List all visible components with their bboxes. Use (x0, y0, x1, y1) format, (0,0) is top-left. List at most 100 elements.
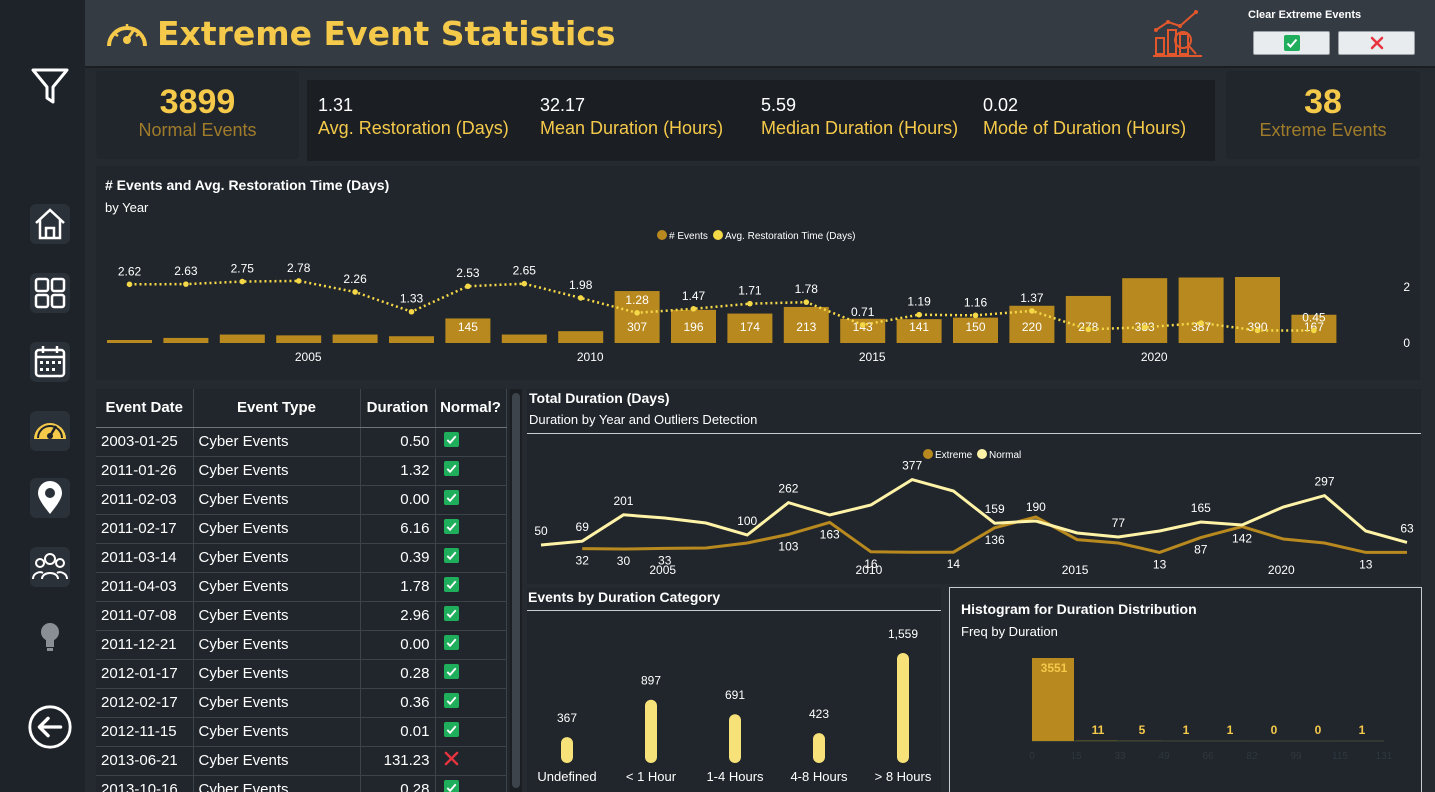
point-restoration (972, 312, 979, 319)
point-label-normal: 201 (613, 494, 633, 508)
table-row[interactable]: 2013-06-21 Cyber Events 131.23 (96, 746, 507, 776)
line-label: 1.47 (682, 289, 706, 303)
cell-date: 2013-06-21 (96, 746, 194, 776)
x-tick-label: 2020 (1268, 563, 1295, 577)
table-row[interactable]: 2012-11-15 Cyber Events 0.01 (96, 717, 507, 747)
histogram-canvas: 355111 5 1 1 0 0 10 15 33 49 66 82 99 115 131 (1029, 658, 1393, 762)
table-row[interactable]: 2013-10-16 Cyber Events 0.28 (96, 775, 507, 792)
cell-normal (435, 514, 507, 544)
back-arrow-icon[interactable] (26, 703, 74, 751)
point-restoration (126, 281, 133, 288)
legend-label: Extreme (935, 450, 973, 461)
table-header-row: Event Date Event Type Duration Normal? (96, 389, 507, 428)
cell-date: 2011-02-03 (96, 485, 194, 515)
cell-type: Cyber Events (193, 630, 361, 660)
table-row[interactable]: 2003-01-25 Cyber Events 0.50 (96, 427, 507, 457)
table-row[interactable]: 2011-07-08 Cyber Events 2.96 (96, 601, 507, 631)
table-row[interactable]: 2011-01-26 Cyber Events 1.32 (96, 456, 507, 486)
bar-label: 196 (683, 320, 703, 334)
table-row[interactable]: 2011-02-03 Cyber Events 0.00 (96, 485, 507, 515)
home-icon[interactable] (26, 200, 74, 248)
category-label: 4-8 Hours (790, 769, 848, 784)
point-restoration (577, 295, 584, 301)
category-label: < 1 Hour (626, 769, 677, 784)
point-label-normal: 165 (1191, 501, 1211, 515)
point-label-normal: 63 (1400, 521, 1414, 535)
clear-extreme-label: Clear Extreme Events (1248, 9, 1362, 21)
cell-duration: 0.28 (360, 659, 436, 689)
lightbulb-icon[interactable] (26, 612, 74, 660)
column-header[interactable]: Normal? (435, 389, 507, 428)
point-label-normal: 159 (985, 502, 1005, 516)
scrollbar-thumb[interactable] (512, 393, 520, 788)
kpi-label: Mean Duration (Hours) (540, 118, 724, 138)
legend-swatch-events (657, 230, 667, 240)
cell-duration: 0.28 (360, 775, 436, 792)
point-restoration (521, 280, 528, 287)
calendar-icon[interactable] (26, 338, 74, 386)
bar-category (897, 653, 909, 763)
cell-type: Cyber Events (193, 572, 361, 602)
point-restoration (634, 310, 640, 316)
cell-type: Cyber Events (193, 485, 361, 515)
category-label: 1-4 Hours (706, 769, 764, 784)
bar-label: 0 (1271, 723, 1278, 737)
line-label: 1.19 (907, 295, 931, 309)
point-restoration (916, 311, 922, 318)
bar-label: 1 (1227, 723, 1234, 737)
filter-icon[interactable] (26, 62, 74, 110)
bar-label: 3551 (1041, 661, 1068, 675)
check-icon (443, 519, 459, 534)
kpi-label: Median Duration (Hours) (761, 118, 959, 138)
table-row[interactable]: 2011-03-14 Cyber Events 0.39 (96, 543, 507, 573)
point-label-normal: 377 (902, 459, 922, 473)
table-row[interactable]: 2011-04-03 Cyber Events 1.78 (96, 572, 507, 602)
check-icon (443, 548, 459, 563)
column-header[interactable]: Event Date (96, 389, 194, 428)
cell-date: 2011-01-26 (96, 456, 194, 486)
bar-label: 897 (641, 674, 661, 688)
cell-normal (435, 775, 507, 792)
point-restoration (803, 299, 810, 305)
check-icon (443, 780, 459, 792)
cell-normal (435, 717, 507, 747)
check-icon (443, 693, 459, 708)
column-header[interactable]: Duration (360, 389, 436, 428)
point-restoration (239, 278, 246, 285)
cell-date: 2011-03-14 (96, 543, 194, 573)
normal-events-label: Normal Events (138, 120, 257, 140)
cell-duration: 0.00 (360, 485, 436, 515)
column-header[interactable]: Event Type (193, 389, 361, 428)
cell-type: Cyber Events (193, 514, 361, 544)
cell-date: 2013-10-16 (96, 775, 194, 792)
cell-duration: 0.00 (360, 630, 436, 660)
table-row[interactable]: 2011-02-17 Cyber Events 6.16 (96, 514, 507, 544)
cancel-clear-button[interactable] (1338, 31, 1415, 55)
grid-icon[interactable] (26, 269, 74, 317)
gauge-icon[interactable] (26, 407, 74, 455)
point-label-extreme: 163 (820, 527, 840, 541)
check-icon (443, 490, 459, 505)
people-icon[interactable] (26, 543, 74, 591)
bar-label: 307 (627, 320, 647, 334)
cell-type: Cyber Events (193, 601, 361, 631)
bar-events (389, 336, 434, 343)
x-tick-label: 82 (1246, 751, 1258, 762)
legend-swatch-normal (977, 449, 987, 459)
cell-normal (435, 630, 507, 660)
cell-duration: 6.16 (360, 514, 436, 544)
map-pin-icon[interactable] (26, 474, 74, 522)
table-row[interactable]: 2012-02-17 Cyber Events 0.36 (96, 688, 507, 718)
line-label: 2.65 (513, 264, 537, 278)
x-tick-label: 131 (1376, 751, 1393, 762)
point-label-normal: 262 (778, 482, 798, 496)
point-restoration (295, 278, 302, 284)
bar-label: 423 (809, 707, 829, 721)
table-scrollbar[interactable] (510, 389, 522, 792)
cell-type: Cyber Events (193, 427, 361, 457)
confirm-clear-button[interactable] (1253, 31, 1330, 55)
table-row[interactable]: 2011-12-21 Cyber Events 0.00 (96, 630, 507, 660)
table-row[interactable]: 2012-01-17 Cyber Events 0.28 (96, 659, 507, 689)
events-restoration-chart: # Events and Avg. Restoration Time (Days… (96, 166, 1420, 380)
bar-category (561, 737, 573, 763)
